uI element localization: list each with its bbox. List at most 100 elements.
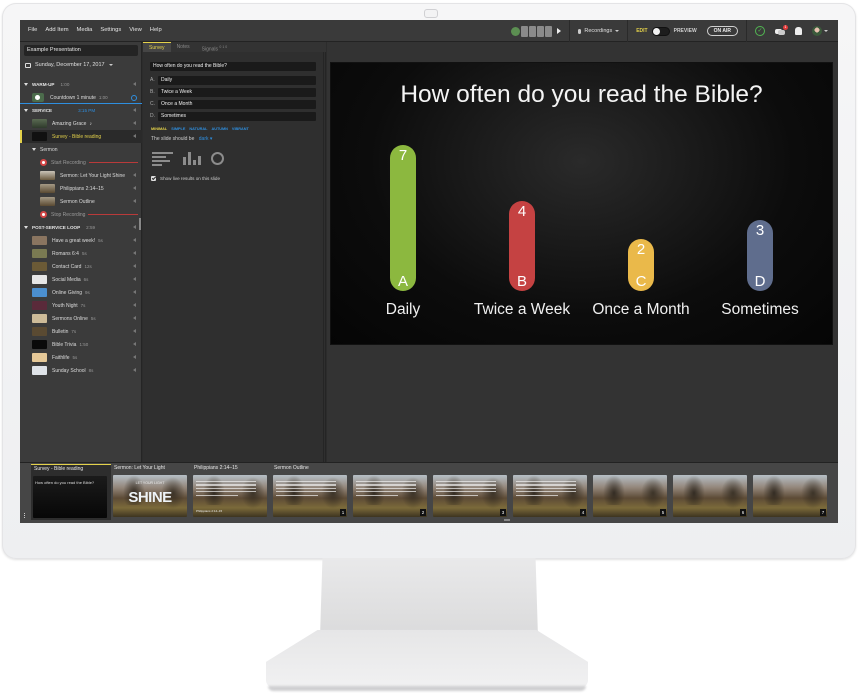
stop-recording-marker[interactable]: Stop Recording bbox=[20, 208, 142, 221]
option-input[interactable]: Daily bbox=[158, 76, 316, 85]
list-item-selected[interactable]: Survey - Bible reading bbox=[20, 130, 142, 143]
theme-natural[interactable]: NATURAL bbox=[189, 127, 207, 131]
go-to-arrow-icon[interactable] bbox=[133, 316, 136, 320]
chat-icon[interactable]: 1 bbox=[775, 24, 788, 35]
list-item[interactable]: Sermon Outline bbox=[20, 195, 142, 208]
panel-divider[interactable] bbox=[323, 52, 324, 462]
filmstrip-slide[interactable]: 2 bbox=[351, 464, 431, 522]
list-item[interactable]: Online Giving 9s bbox=[20, 286, 142, 299]
theme-simple[interactable]: SIMPLE bbox=[171, 127, 185, 131]
menu-media[interactable]: Media bbox=[77, 27, 93, 33]
filmstrip-slide[interactable]: 6 bbox=[671, 464, 751, 522]
menu-add-item[interactable]: Add Item bbox=[45, 27, 68, 33]
menu-view[interactable]: View bbox=[129, 27, 141, 33]
resize-handle[interactable] bbox=[504, 519, 510, 521]
filmstrip-slide[interactable]: Philippians 2:14–15 Philippians 2:14–15 bbox=[191, 464, 271, 522]
option-input[interactable]: Sometimes bbox=[158, 112, 316, 121]
menu-help[interactable]: Help bbox=[150, 27, 162, 33]
filmstrip-slide[interactable]: 5 bbox=[591, 464, 671, 522]
date-selector[interactable]: Sunday, December 17, 2017 bbox=[25, 62, 113, 68]
go-to-arrow-icon[interactable] bbox=[133, 186, 136, 190]
play-icon[interactable] bbox=[557, 28, 562, 34]
list-item[interactable]: Faithlife 5s bbox=[20, 351, 142, 364]
go-to-arrow-icon[interactable] bbox=[133, 199, 136, 203]
theme-vibrant[interactable]: VIBRANT bbox=[232, 127, 249, 131]
go-to-arrow-icon[interactable] bbox=[133, 290, 136, 294]
go-to-arrow-icon[interactable] bbox=[133, 225, 136, 229]
tab-notes[interactable]: Notes bbox=[171, 42, 196, 52]
list-item[interactable]: Bulletin 7s bbox=[20, 325, 142, 338]
edit-mode-label[interactable]: EDIT bbox=[636, 28, 647, 34]
filmstrip-slide[interactable]: Sermon Outline 1 bbox=[271, 464, 351, 522]
list-item[interactable]: Amazing Grace ♪ bbox=[20, 117, 142, 130]
edit-preview-toggle[interactable] bbox=[651, 26, 670, 36]
list-item[interactable]: Sunday School 8s bbox=[20, 364, 142, 377]
go-to-arrow-icon[interactable] bbox=[133, 368, 136, 372]
go-to-arrow-icon[interactable] bbox=[133, 264, 136, 268]
user-avatar[interactable] bbox=[812, 26, 822, 36]
bell-icon[interactable] bbox=[795, 27, 802, 35]
go-to-arrow-icon[interactable] bbox=[133, 134, 136, 138]
go-to-arrow-icon[interactable] bbox=[133, 82, 136, 86]
slide-shade-dropdown[interactable]: dark ▾ bbox=[199, 136, 213, 142]
option-input[interactable]: Twice a Week bbox=[158, 88, 316, 97]
show-live-results-checkbox[interactable] bbox=[151, 176, 156, 181]
section-header-warmup[interactable]: WARM-UP 1:00 bbox=[20, 78, 142, 91]
go-to-arrow-icon[interactable] bbox=[133, 173, 136, 177]
filmstrip-slide[interactable]: Sermon: Let Your Light LET YOUR LIGHT SHIN… bbox=[111, 464, 191, 522]
go-to-arrow-icon[interactable] bbox=[133, 238, 136, 242]
filmstrip-slide[interactable]: Survey - Bible reading How often do you r… bbox=[31, 464, 111, 520]
collapse-icon[interactable] bbox=[24, 226, 28, 229]
section-header-service[interactable]: SERVICE 3:15 PM bbox=[20, 104, 142, 117]
on-air-button[interactable]: ON AIR bbox=[706, 26, 738, 36]
section-header-loop[interactable]: POST-SERVICE LOOP 2:59 bbox=[20, 221, 142, 234]
menu-file[interactable]: File bbox=[28, 27, 37, 33]
check-circle-icon[interactable]: ✓ bbox=[755, 26, 765, 36]
filmstrip-slide[interactable]: 4 bbox=[511, 464, 591, 522]
theme-autumn[interactable]: AUTUMN bbox=[211, 127, 227, 131]
go-to-arrow-icon[interactable] bbox=[133, 251, 136, 255]
slide-thumbnail: 1 bbox=[273, 475, 347, 517]
question-input[interactable]: How often do you read the Bible? bbox=[150, 62, 316, 71]
filmstrip-slide[interactable]: 3 bbox=[431, 464, 511, 522]
go-to-arrow-icon[interactable] bbox=[133, 108, 136, 112]
chevron-down-icon[interactable] bbox=[824, 30, 828, 32]
preview-mode-label[interactable]: PREVIEW bbox=[674, 28, 697, 34]
theme-minimal[interactable]: MINIMAL bbox=[151, 127, 167, 131]
go-to-arrow-icon[interactable] bbox=[133, 121, 136, 125]
donut-chart-icon[interactable] bbox=[211, 152, 224, 165]
go-to-arrow-icon[interactable] bbox=[133, 303, 136, 307]
list-item[interactable]: Sermon: Let Your Light Shine bbox=[20, 169, 142, 182]
tab-survey[interactable]: Survey bbox=[143, 42, 171, 52]
show-live-results-row[interactable]: Show live results on this slide bbox=[151, 176, 220, 181]
list-item[interactable]: Bible Trivia 1:50 bbox=[20, 338, 142, 351]
option-input[interactable]: Once a Month bbox=[158, 100, 316, 109]
horizontal-bars-icon[interactable] bbox=[152, 152, 173, 166]
list-item[interactable]: Philippians 2:14–15 bbox=[20, 182, 142, 195]
go-to-arrow-icon[interactable] bbox=[133, 342, 136, 346]
go-to-arrow-icon[interactable] bbox=[133, 329, 136, 333]
list-item[interactable]: Romans 6:4 5s bbox=[20, 247, 142, 260]
collapse-icon[interactable] bbox=[24, 83, 28, 86]
collapse-icon[interactable] bbox=[32, 148, 36, 151]
list-item[interactable]: Contact Card 12s bbox=[20, 260, 142, 273]
list-item[interactable]: Youth Night 7s bbox=[20, 299, 142, 312]
collaborator-avatars[interactable] bbox=[511, 25, 562, 37]
filmstrip-slide[interactable]: 7 bbox=[751, 464, 831, 522]
menu-settings[interactable]: Settings bbox=[100, 27, 121, 33]
vertical-bars-icon[interactable] bbox=[183, 152, 201, 165]
collapse-icon[interactable] bbox=[24, 109, 28, 112]
sidebar-scrollbar[interactable] bbox=[139, 218, 141, 230]
go-to-arrow-icon[interactable] bbox=[133, 355, 136, 359]
list-item[interactable]: Social Media 6s bbox=[20, 273, 142, 286]
list-item[interactable]: Have a great week! 5s bbox=[20, 234, 142, 247]
drag-handle-icon[interactable] bbox=[24, 513, 26, 518]
presentation-name-input[interactable]: Example Presentation bbox=[24, 45, 138, 56]
list-item[interactable]: Countdown 1 minute 1:00 bbox=[20, 91, 142, 104]
start-recording-marker[interactable]: Start Recording bbox=[20, 156, 142, 169]
recordings-dropdown[interactable]: Recordings bbox=[578, 28, 620, 34]
list-item[interactable]: Sermons Online 5s bbox=[20, 312, 142, 325]
go-to-arrow-icon[interactable] bbox=[133, 277, 136, 281]
group-header-sermon[interactable]: Sermon bbox=[20, 143, 142, 156]
tab-signals[interactable]: Signals 0 1 0 bbox=[196, 42, 234, 53]
